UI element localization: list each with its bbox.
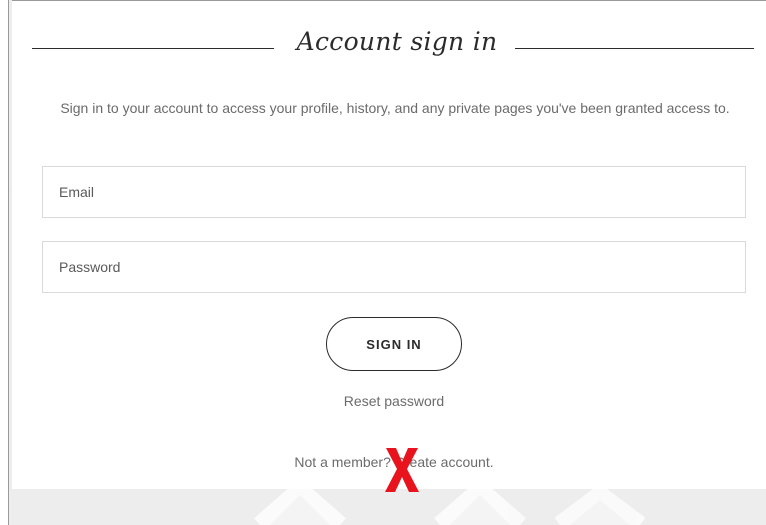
page: Account sign in Sign in to your account … bbox=[0, 0, 766, 525]
left-frame-edge bbox=[0, 0, 9, 525]
red-x-mark-icon bbox=[385, 448, 419, 492]
reset-password-link[interactable]: Reset password bbox=[294, 393, 494, 409]
title-row: Account sign in bbox=[32, 27, 754, 67]
sign-in-button[interactable]: SIGN IN bbox=[326, 317, 462, 371]
password-field[interactable] bbox=[42, 241, 746, 293]
page-title: Account sign in bbox=[296, 27, 498, 56]
title-divider-right bbox=[515, 48, 754, 49]
email-field[interactable] bbox=[42, 166, 746, 218]
intro-text: Sign in to your account to access your p… bbox=[60, 100, 730, 116]
not-member-text: Not a member? bbox=[294, 454, 391, 470]
sign-in-card: Account sign in Sign in to your account … bbox=[12, 0, 766, 492]
title-divider-left bbox=[32, 48, 274, 49]
